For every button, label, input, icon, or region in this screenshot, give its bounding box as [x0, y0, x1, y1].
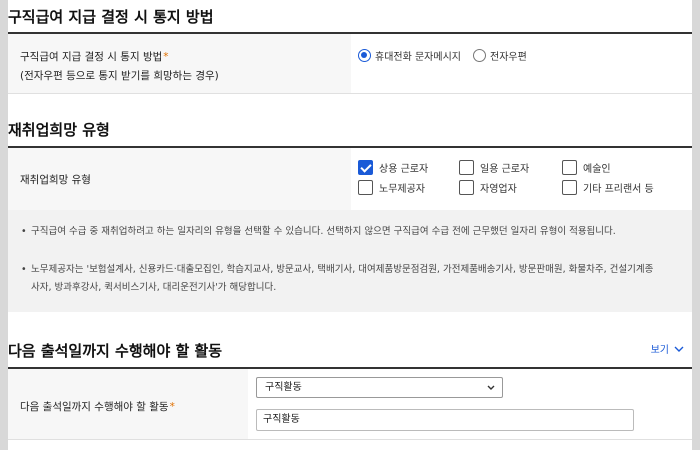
required-mark: *: [169, 401, 175, 413]
radio-email-label: 전자우편: [490, 52, 527, 63]
notify-section-title: 구직급여 지급 결정 시 통지 방법: [8, 8, 214, 26]
reemployment-label: 재취업희망 유형: [20, 174, 91, 186]
checkbox-label: 노무제공자: [379, 184, 425, 195]
radio-email[interactable]: 전자우편: [473, 48, 527, 63]
notify-note: (전자우편 등으로 통지 받기를 희망하는 경우): [20, 70, 219, 82]
activity-select[interactable]: 구직활동: [256, 377, 503, 398]
checkbox-regular-worker-box[interactable]: [358, 160, 373, 175]
row-divider: [8, 439, 692, 440]
checkbox-label: 예술인: [583, 164, 611, 175]
info-item: • 노무제공자는 '보험설계사, 신용카드·대출모집인, 학습지교사, 방문교사,…: [21, 264, 654, 293]
chevron-down-icon: [487, 385, 495, 390]
radio-sms-label: 휴대전화 문자메시지: [375, 52, 461, 63]
view-toggle-link[interactable]: 보기: [651, 341, 684, 356]
checkbox-label: 상용 근로자: [379, 164, 429, 175]
radio-sms-control[interactable]: [358, 49, 371, 62]
required-mark: *: [163, 51, 169, 63]
chevron-down-icon: [674, 346, 684, 352]
form-page: 구직급여 지급 결정 시 통지 방법 구직급여 지급 결정 시 통지 방법* (…: [8, 0, 692, 450]
activity-select-value: 구직활동: [265, 382, 302, 393]
checkbox-label: 기타 프리랜서 등: [583, 184, 654, 195]
info-box: • 구직급여 수급 중 재취업하려고 하는 일자리의 유형을 선택할 수 있습니다…: [8, 210, 692, 312]
activity-section-title: 다음 출석일까지 수행해야 할 활동: [8, 342, 223, 360]
checkbox-label: 자영업자: [480, 184, 517, 195]
checkbox-self-employed-box[interactable]: [459, 180, 474, 195]
checkbox-regular-worker[interactable]: 상용 근로자: [358, 160, 428, 175]
checkbox-artist-box[interactable]: [562, 160, 577, 175]
reemployment-section-title: 재취업희망 유형: [8, 121, 110, 139]
radio-email-control[interactable]: [473, 49, 486, 62]
activity-label: 다음 출석일까지 수행해야 할 활동*: [20, 401, 175, 413]
activity-input[interactable]: 구직활동: [256, 409, 634, 431]
info-item: • 구직급여 수급 중 재취업하려고 하는 일자리의 유형을 선택할 수 있습니다…: [21, 226, 616, 237]
checkbox-freelancer[interactable]: 기타 프리랜서 등: [562, 180, 654, 195]
row-divider: [8, 93, 692, 94]
activity-label-cell: 다음 출석일까지 수행해야 할 활동*: [8, 369, 248, 439]
checkbox-labor-provider[interactable]: 노무제공자: [358, 180, 425, 195]
checkbox-label: 일용 근로자: [480, 164, 530, 175]
radio-sms[interactable]: 휴대전화 문자메시지: [358, 48, 461, 63]
view-label: 보기: [650, 345, 669, 356]
notify-label: 구직급여 지급 결정 시 통지 방법*: [20, 51, 169, 63]
notify-label-cell: 구직급여 지급 결정 시 통지 방법* (전자우편 등으로 통지 받기를 희망하…: [8, 34, 351, 93]
reemployment-label-cell: 재취업희망 유형: [8, 148, 351, 210]
checkbox-artist[interactable]: 예술인: [562, 160, 611, 175]
checkbox-labor-provider-box[interactable]: [358, 180, 373, 195]
checkbox-freelancer-box[interactable]: [562, 180, 577, 195]
checkbox-daily-worker-box[interactable]: [459, 160, 474, 175]
checkbox-daily-worker[interactable]: 일용 근로자: [459, 160, 529, 175]
checkbox-self-employed[interactable]: 자영업자: [459, 180, 517, 195]
